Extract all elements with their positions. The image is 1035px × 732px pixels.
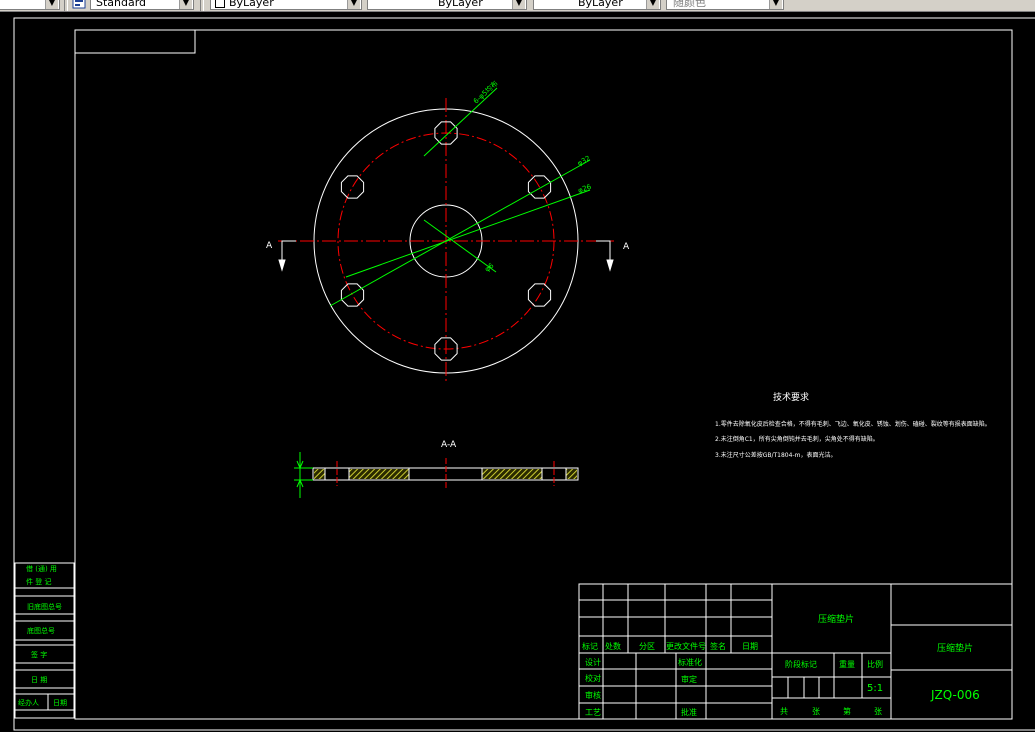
title-block-header: 处数 [605, 641, 621, 651]
chevron-down-icon[interactable]: ▼ [769, 0, 782, 9]
stage-label: 阶段标记 [785, 659, 817, 669]
title-block-header: 标记 [582, 641, 598, 651]
left-strip-table: 借 (通) 用 件 登 记 旧底图总号 底图总号 签 字 日 期 经办人 日期 [14, 562, 75, 719]
title-block-header: 日期 [742, 642, 758, 651]
role-label: 设计 [585, 657, 601, 667]
dimension-style-icon[interactable] [72, 0, 86, 9]
chevron-down-icon[interactable]: ▼ [347, 0, 360, 9]
section-label-right: A [623, 242, 630, 252]
hatch-region [566, 469, 577, 479]
chevron-down-icon[interactable]: ▼ [179, 0, 192, 9]
holes-dimension: 6-φ5均布 [471, 79, 499, 106]
drawing-number: JZQ-006 [930, 688, 980, 702]
technical-notes: 技术要求 1.零件去除氧化皮后检查合格，不得有毛刺、飞边、氧化皮、锈蚀、划伤、磕… [715, 391, 991, 459]
section-label-left: A [266, 241, 273, 251]
hatch-region [482, 469, 542, 479]
bolt-hole [340, 283, 365, 307]
drawing-canvas[interactable]: A A 6-φ5均布 φ32 φ26 φ6 A-A 技术要求 1.零件去除氧化皮… [0, 12, 1035, 732]
strip-label: 经办人 [18, 698, 39, 707]
properties-toolbar: ▼ Standard ▼ ByLayer ▼ ByLayer ▼ ByLayer… [0, 0, 1035, 12]
note-line: 1.零件去除氧化皮后检查合格，不得有毛刺、飞边、氧化皮、锈蚀、划伤、磕碰、裂纹等… [715, 420, 991, 428]
section-view: A-A [294, 440, 579, 498]
role-label: 校对 [585, 673, 601, 683]
mid-label: 批准 [681, 707, 697, 717]
outer-dia-dimension: φ32 [576, 154, 592, 168]
note-line: 2.未注倒角C1，所有尖角倒钝并去毛刺，尖角处不得有缺陷。 [715, 435, 879, 443]
chevron-down-icon[interactable]: ▼ [646, 0, 659, 9]
sheet-label: 张 [812, 707, 820, 716]
drawing-frame [13, 17, 1035, 731]
section-marker-left [278, 240, 296, 272]
title-block: 标记 处数 分区 更改文件号 签名 日期 设计 校对 审核 工艺 标准化 审定 … [578, 583, 1013, 720]
lineweight-combo[interactable]: ByLayer ▼ [533, 0, 661, 10]
mid-label: 标准化 [678, 657, 702, 667]
chevron-down-icon[interactable]: ▼ [512, 0, 525, 9]
title-block-header: 签名 [710, 641, 726, 651]
layer-value: ByLayer [229, 0, 274, 9]
right-part-name: 压缩垫片 [937, 642, 973, 654]
outer-border [13, 17, 1035, 731]
center-dia-dimension: φ6 [483, 261, 496, 273]
strip-label: 件 登 记 [26, 577, 51, 586]
role-label: 审核 [585, 690, 601, 700]
bolt-hole [340, 175, 365, 199]
title-block-header: 更改文件号 [666, 641, 706, 651]
thickness-dimension [294, 452, 313, 498]
notes-title: 技术要求 [773, 391, 809, 403]
plan-view: A A 6-φ5均布 φ32 φ26 φ6 [266, 79, 630, 384]
role-label: 工艺 [585, 708, 601, 717]
linetype-combo[interactable]: ByLayer ▼ [367, 0, 527, 10]
linetype-value: ByLayer [438, 0, 483, 9]
title-block-header: 分区 [639, 642, 655, 651]
layer-combo[interactable]: ByLayer ▼ [210, 0, 362, 10]
inner-frame [74, 29, 1013, 720]
sheet-label: 共 [780, 707, 788, 716]
plot-style-value: 随颜色 [673, 0, 706, 9]
scale-label: 比例 [867, 659, 883, 669]
color-swatch-icon [215, 0, 225, 8]
strip-label: 签 字 [31, 650, 47, 659]
mid-label: 审定 [681, 674, 697, 684]
lineweight-value: ByLayer [578, 0, 623, 9]
dim-style-value: Standard [96, 0, 147, 9]
note-line: 3.未注尺寸公差按GB/T1804-m，表面光洁。 [715, 451, 836, 459]
chevron-down-icon[interactable]: ▼ [45, 0, 58, 9]
section-title: A-A [441, 440, 457, 450]
strip-label: 日 期 [31, 676, 47, 684]
strip-label: 借 (通) 用 [26, 564, 57, 573]
sheet-label: 张 [874, 707, 882, 716]
sheet-label: 第 [843, 706, 851, 716]
plot-style-combo[interactable]: 随颜色 ▼ [666, 0, 784, 10]
weight-label: 重量 [839, 659, 855, 669]
strip-label: 底图总号 [27, 626, 55, 635]
toolbar-separator [200, 0, 204, 11]
reverse-title-box [74, 29, 196, 54]
text-style-combo[interactable]: ▼ [0, 0, 60, 10]
strip-label: 日期 [53, 699, 67, 707]
dim-style-combo[interactable]: Standard ▼ [90, 0, 194, 10]
part-name: 压缩垫片 [818, 613, 854, 625]
strip-label: 旧底图总号 [27, 602, 62, 611]
section-marker-right [596, 240, 614, 272]
hatch-region [314, 469, 325, 479]
dimension-lines [329, 87, 591, 307]
toolbar-separator [64, 0, 68, 11]
scale-value: 5:1 [867, 683, 883, 694]
pitch-dia-dimension: φ26 [577, 183, 593, 195]
hatch-region [349, 469, 409, 479]
